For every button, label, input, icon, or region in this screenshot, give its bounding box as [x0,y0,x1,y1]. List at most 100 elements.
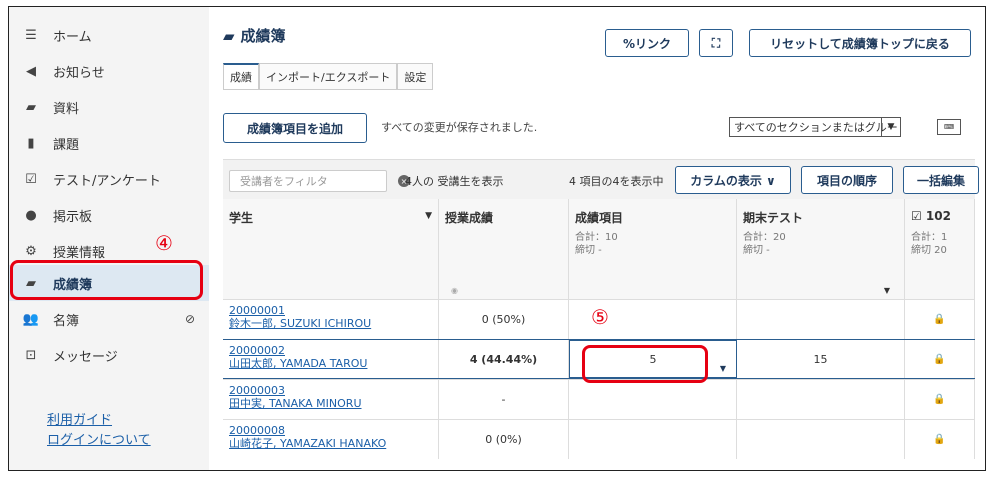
sidebar-item-announcements[interactable]: ◀ お知らせ [9,53,209,89]
grade-item-cell[interactable] [569,420,737,459]
highlight-gradebook [10,260,203,300]
student-count: 4人の 受講生を表示 [405,175,504,188]
student-id-link[interactable]: 20000001 [229,304,285,317]
sidebar-item-forum[interactable]: ● 掲示板 [9,197,209,233]
lock-icon: 🔒 [933,434,946,445]
gear-icon: ⚙ [25,243,37,259]
sidebar-item-label: メッセージ [53,349,118,365]
student-id-link[interactable]: 20000008 [229,424,285,437]
tab-grades[interactable]: 成績 [223,63,259,89]
reset-button[interactable]: リセットして成績簿トップに戻る [749,29,971,57]
section-select[interactable]: すべてのセクションまたはグルー ▼ [729,117,901,137]
column-title: ☑ 102 [911,209,951,223]
filter-placeholder: 受講者をフィルタ [240,175,328,188]
sidebar-item-messages[interactable]: ⊡ メッセージ [9,337,209,373]
login-help-link[interactable]: ログインについて [47,429,151,448]
locked-cell: 🔒 [905,420,975,459]
sidebar-item-assignments[interactable]: ▮ 課題 [9,125,209,161]
eye-slash-icon[interactable]: ⊘ [185,312,195,326]
app-frame: ☰ ホーム ◀ お知らせ ▰ 資料 ▮ 課題 ☑ テスト/アンケート ● 掲示板 ⚙ 授業情報… [8,6,986,471]
column-title: 学生 [229,211,254,225]
chevron-down-icon[interactable]: ▼ [720,364,726,373]
student-cell: 20000008 山崎花子, YAMAZAKI HANAKO [223,420,439,459]
column-title: 期末テスト [743,211,804,225]
column-subtitle: 合計：20 締切 - [743,232,786,256]
final-test-cell[interactable] [737,300,905,339]
locked-cell: 🔒 [905,300,975,339]
expand-button[interactable]: ⛶ [699,29,733,57]
column-header-grade-item[interactable]: 成績項目合計：10 締切 - [569,199,737,299]
sidebar-item-roster[interactable]: 👥 名簿 ⊘ [9,301,209,337]
grid-toolbar: 受講者をフィルタ × 4人の 受講生を表示 4 項目の4を表示中 カラムの表示 … [223,159,979,200]
student-filter-input[interactable]: 受講者をフィルタ × [229,170,410,192]
save-status: すべての変更が保存されました. [381,121,538,134]
sidebar-item-label: 名簿 [53,313,80,329]
section-select-value: すべてのセクションまたはグルー [734,121,898,134]
column-subtitle: 合計：10 締切 - [575,232,618,256]
bulk-edit-button[interactable]: 一括編集 [903,166,979,194]
column-display-button[interactable]: カラムの表示 ∨ [675,166,791,194]
final-test-cell[interactable] [737,380,905,419]
keyboard-icon[interactable]: ⌨ [937,119,961,135]
document-icon: ▮ [27,135,35,151]
final-test-cell[interactable]: 15 [737,340,905,378]
student-id-link[interactable]: 20000002 [229,344,285,357]
folder-icon: ▰ [26,99,36,115]
final-test-cell[interactable] [737,420,905,459]
column-title: 成績項目 [575,211,624,225]
sidebar-item-label: テスト/アンケート [53,173,161,189]
sidebar-item-label: 掲示板 [53,209,93,225]
chevron-down-icon[interactable]: ▼ [884,286,890,295]
column-header-final-test[interactable]: 期末テスト合計：20 締切 - ▼ [737,199,905,299]
sidebar-item-tests[interactable]: ☑ テスト/アンケート [9,161,209,197]
tab-bar: 成績 インポート/エクスポート 設定 [223,63,434,90]
table-row: 20000008 山崎花子, YAMAZAKI HANAKO 0 (0%) 🔒 [223,419,975,459]
student-id-link[interactable]: 20000003 [229,384,285,397]
student-name-link[interactable]: 山崎花子, YAMAZAKI HANAKO [229,437,386,450]
locked-cell: 🔒 [905,380,975,419]
column-header-next[interactable]: ☑ 102 合計：1 締切 20 [905,199,975,299]
student-cell: 20000003 田中実, TANAKA MINORU [223,380,439,419]
sidebar-item-label: お知らせ [53,65,105,81]
users-icon: 👥 [22,311,40,327]
page-title-text: 成績簿 [240,27,286,45]
student-name-link[interactable]: 田中実, TANAKA MINORU [229,397,362,410]
item-order-button[interactable]: 項目の順序 [801,166,893,194]
student-cell: 20000001 鈴木一郎, SUZUKI ICHIROU [223,300,439,339]
lock-icon: 🔒 [933,394,946,405]
sidebar-item-label: ホーム [53,29,92,45]
tab-settings[interactable]: 設定 [397,63,434,89]
annotation-step-5: ⑤ [591,305,609,329]
megaphone-icon: ◀ [26,63,36,79]
add-grade-item-button[interactable]: 成績簿項目を追加 [223,113,367,143]
sort-down-icon[interactable]: ▼ [425,211,432,221]
column-header-student[interactable]: 学生 ▼ [223,199,439,299]
highlight-grade-cell [582,345,708,383]
checkbox-icon: ☑ [25,171,37,187]
annotation-step-4: ④ [155,231,173,255]
inbox-icon: ⊡ [25,347,37,363]
item-count: 4 項目の4を表示中 [569,175,664,188]
student-name-link[interactable]: 鈴木一郎, SUZUKI ICHIROU [229,317,371,330]
chat-bubbles-icon: ● [25,207,37,223]
list-icon: ☰ [25,27,37,43]
column-subtitle: 合計：1 締切 20 [911,232,948,256]
course-grade-cell: 0 (50%) [439,300,569,339]
lock-icon: 🔒 [933,314,946,325]
sidebar-item-home[interactable]: ☰ ホーム [9,17,209,53]
guide-link[interactable]: 利用ガイド [47,409,112,428]
course-grade-cell: 4 (44.44%) [439,340,569,378]
tab-import-export[interactable]: インポート/エクスポート [259,63,398,89]
student-name-link[interactable]: 山田太郎, YAMADA TAROU [229,357,367,370]
chevron-down-icon: ▼ [881,118,900,136]
student-cell: 20000002 山田太郎, YAMADA TAROU [223,340,439,378]
sidebar-item-label: 授業情報 [53,245,106,261]
course-grade-cell: 0 (0%) [439,420,569,459]
link-button[interactable]: %リンク [605,29,689,57]
sidebar-item-materials[interactable]: ▰ 資料 [9,89,209,125]
lock-icon: 🔒 [933,353,946,365]
grade-item-cell[interactable] [569,380,737,419]
eye-icon[interactable]: ◉ [451,286,458,295]
column-title: 授業成績 [445,211,494,225]
column-header-course-grade[interactable]: 授業成績 ◉ [439,199,569,299]
